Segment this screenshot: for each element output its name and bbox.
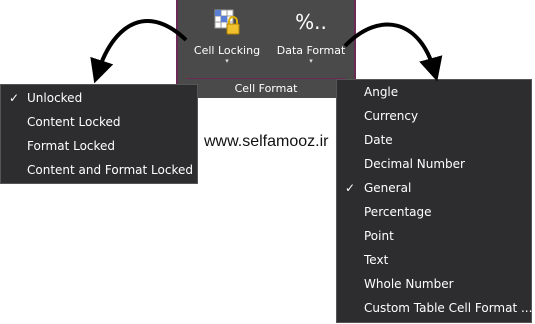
menu-item-unlocked[interactable]: ✓ Unlocked bbox=[1, 86, 197, 110]
data-format-label: Data Format bbox=[276, 44, 346, 57]
cell-locking-button[interactable]: Cell Locking ▾ bbox=[186, 0, 268, 76]
cell-format-ribbon-group: Cell Locking ▾ %.. Data Format ▾ Cell Fo… bbox=[176, 0, 356, 98]
menu-item-content-and-format-locked[interactable]: Content and Format Locked bbox=[1, 158, 197, 182]
menu-item-label: Content Locked bbox=[27, 115, 121, 129]
menu-item-whole-number[interactable]: Whole Number bbox=[337, 272, 531, 296]
menu-item-label: Format Locked bbox=[27, 139, 116, 153]
data-format-button[interactable]: %.. Data Format ▾ bbox=[270, 0, 352, 76]
arrow-to-data-format-menu bbox=[343, 22, 443, 82]
menu-item-general[interactable]: ✓ General bbox=[337, 176, 531, 200]
menu-item-currency[interactable]: Currency bbox=[337, 104, 531, 128]
menu-item-label: Angle bbox=[364, 85, 399, 99]
menu-item-format-locked[interactable]: Format Locked bbox=[1, 134, 197, 158]
menu-item-label: Text bbox=[364, 253, 389, 267]
menu-item-angle[interactable]: Angle bbox=[337, 80, 531, 104]
cell-locking-label: Cell Locking bbox=[193, 44, 261, 57]
menu-item-point[interactable]: Point bbox=[337, 224, 531, 248]
group-label: Cell Format bbox=[234, 82, 298, 95]
arrow-to-cell-locking-menu bbox=[90, 19, 188, 84]
chevron-down-icon: ▾ bbox=[225, 57, 229, 65]
ribbon-divider bbox=[186, 78, 346, 79]
menu-item-percentage[interactable]: Percentage bbox=[337, 200, 531, 224]
menu-item-content-locked[interactable]: Content Locked bbox=[1, 110, 197, 134]
check-icon: ✓ bbox=[344, 181, 356, 195]
percent-format-icon: %.. bbox=[295, 10, 327, 34]
menu-item-label: Date bbox=[364, 133, 393, 147]
menu-item-label: Percentage bbox=[364, 205, 432, 219]
cell-lock-icon bbox=[214, 9, 240, 35]
menu-item-date[interactable]: Date bbox=[337, 128, 531, 152]
cell-locking-menu: ✓ Unlocked Content Locked Format Locked … bbox=[0, 84, 198, 184]
menu-item-text[interactable]: Text bbox=[337, 248, 531, 272]
menu-item-label: Point bbox=[364, 229, 394, 243]
menu-item-label: Unlocked bbox=[27, 91, 83, 105]
data-format-menu: Angle Currency Date Decimal Number ✓ Gen… bbox=[336, 79, 532, 323]
menu-item-label: Decimal Number bbox=[364, 157, 465, 171]
chevron-down-icon: ▾ bbox=[309, 57, 313, 65]
menu-item-decimal-number[interactable]: Decimal Number bbox=[337, 152, 531, 176]
menu-item-label: Whole Number bbox=[364, 277, 454, 291]
menu-item-label: Currency bbox=[364, 109, 419, 123]
check-icon: ✓ bbox=[8, 91, 20, 105]
menu-item-label: General bbox=[364, 181, 412, 195]
menu-item-custom-table-cell-format[interactable]: Custom Table Cell Format ... bbox=[337, 296, 533, 320]
website-watermark: www.selfamooz.ir bbox=[204, 133, 329, 150]
menu-item-label: Custom Table Cell Format ... bbox=[364, 301, 533, 315]
menu-item-label: Content and Format Locked bbox=[27, 163, 193, 177]
